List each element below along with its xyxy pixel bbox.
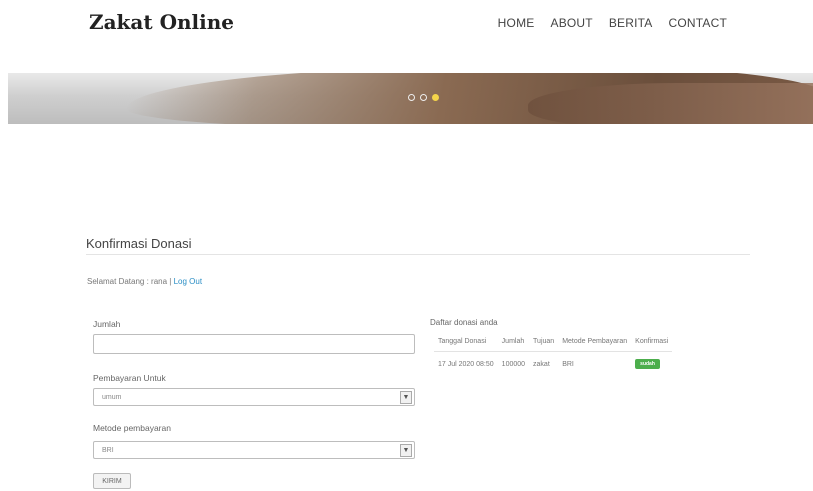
nav-contact[interactable]: CONTACT xyxy=(660,16,735,30)
donasi-list-caption: Daftar donasi anda xyxy=(430,318,498,327)
cell-tujuan: zakat xyxy=(533,360,550,368)
column-header: Tanggal Donasi xyxy=(434,332,498,352)
column-header: Jumlah xyxy=(497,332,530,352)
metode-select[interactable]: BRI ▼ xyxy=(93,441,415,459)
hero-slider xyxy=(8,73,813,124)
brand-logo[interactable]: Zakat Online xyxy=(89,10,234,34)
logout-link[interactable]: Log Out xyxy=(174,277,202,286)
column-header: Metode Pembayaran xyxy=(558,332,632,352)
cell-tanggal: 17 Jul 2020 08:50 xyxy=(438,360,494,368)
slider-indicators xyxy=(408,94,439,101)
welcome-text: Selamat Datang : rana | xyxy=(87,277,174,286)
column-header: Tujuan xyxy=(529,332,559,352)
slider-dot-1[interactable] xyxy=(408,94,415,101)
cell-metode: BRI xyxy=(562,360,574,368)
pembayaran-select[interactable]: umum ▼ xyxy=(93,388,415,406)
metode-value: BRI xyxy=(102,446,114,454)
donasi-table: Tanggal Donasi Jumlah Tujuan Metode Pemb… xyxy=(434,332,673,374)
pembayaran-label: Pembayaran Untuk xyxy=(93,373,166,383)
column-header: Konfirmasi xyxy=(631,332,673,352)
table-header-row: Tanggal Donasi Jumlah Tujuan Metode Pemb… xyxy=(434,332,673,352)
main-nav: HOME ABOUT BERITA CONTACT xyxy=(490,16,735,30)
title-divider xyxy=(86,254,750,255)
chevron-down-icon[interactable]: ▼ xyxy=(400,391,412,404)
nav-home[interactable]: HOME xyxy=(490,16,543,30)
cell-jumlah: 100000 xyxy=(501,360,526,368)
chevron-down-icon[interactable]: ▼ xyxy=(400,444,412,457)
nav-berita[interactable]: BERITA xyxy=(601,16,661,30)
jumlah-label: Jumlah xyxy=(93,319,121,329)
page-title: Konfirmasi Donasi xyxy=(86,236,192,251)
metode-label: Metode pembayaran xyxy=(93,423,171,433)
jumlah-input[interactable] xyxy=(93,334,415,354)
pembayaran-value: umum xyxy=(102,393,122,401)
cell-konfirmasi: sudah xyxy=(631,352,672,374)
slider-dot-2[interactable] xyxy=(420,94,427,101)
slider-dot-3[interactable] xyxy=(432,94,439,101)
hero-image-detail xyxy=(528,83,813,124)
kirim-button[interactable]: KIRIM xyxy=(93,473,131,489)
table-row: 17 Jul 2020 08:50 100000 zakat BRI sudah xyxy=(434,352,672,374)
status-badge: sudah xyxy=(635,359,660,369)
welcome-line: Selamat Datang : rana | Log Out xyxy=(87,277,202,286)
nav-about[interactable]: ABOUT xyxy=(542,16,600,30)
